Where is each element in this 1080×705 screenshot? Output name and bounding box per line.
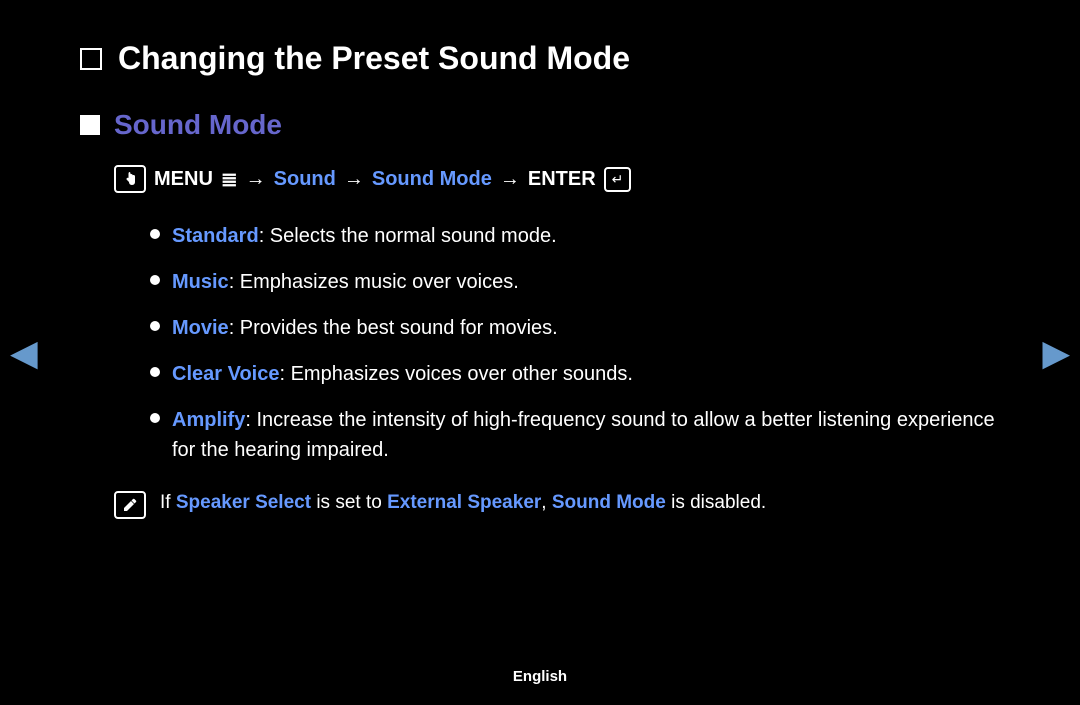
bullet-content: Movie: Provides the best sound for movie… (172, 313, 558, 343)
menu-keyword: MENU (154, 168, 213, 191)
section-title-square-icon (80, 115, 100, 135)
bullet-content: Clear Voice: Emphasizes voices over othe… (172, 359, 633, 389)
bullet-dot-icon (150, 367, 160, 377)
bullet-term: Music (172, 271, 229, 293)
bullet-desc: : Emphasizes music over voices. (229, 271, 519, 293)
bullet-desc: : Increase the intensity of high-frequen… (172, 409, 995, 461)
bullet-desc: : Emphasizes voices over other sounds. (279, 363, 633, 385)
list-item: Standard: Selects the normal sound mode. (150, 221, 1000, 251)
bullet-term: Movie (172, 317, 229, 339)
menu-arrow-3: → (500, 168, 520, 191)
bullet-dot-icon (150, 229, 160, 239)
menu-arrow-2: → (344, 168, 364, 191)
nav-arrow-left[interactable]: ◀ (10, 332, 38, 374)
menu-triple-bar-icon: ≣ (221, 167, 238, 192)
note-suffix: is disabled. (666, 492, 766, 513)
nav-arrow-right[interactable]: ▶ (1042, 332, 1070, 374)
list-item: Movie: Provides the best sound for movie… (150, 313, 1000, 343)
bullet-content: Music: Emphasizes music over voices. (172, 267, 519, 297)
bullet-dot-icon (150, 275, 160, 285)
footer-language: English (513, 668, 567, 685)
sound-link: Sound (274, 168, 336, 191)
page-container: Changing the Preset Sound Mode Sound Mod… (0, 0, 1080, 705)
note-sound-mode: Sound Mode (552, 492, 666, 513)
enter-keyword: ENTER (528, 168, 596, 191)
bullet-term: Standard (172, 225, 259, 247)
bullet-content: Standard: Selects the normal sound mode. (172, 221, 557, 251)
main-title-text: Changing the Preset Sound Mode (118, 40, 630, 77)
note-text: If Speaker Select is set to External Spe… (160, 489, 766, 518)
section-title-text: Sound Mode (114, 109, 282, 141)
section-title-row: Sound Mode (80, 109, 1000, 141)
note-comma: , (541, 492, 552, 513)
bullet-dot-icon (150, 413, 160, 423)
note-pencil-icon (114, 491, 146, 519)
bullet-dot-icon (150, 321, 160, 331)
list-item: Clear Voice: Emphasizes voices over othe… (150, 359, 1000, 389)
list-item: Amplify: Increase the intensity of high-… (150, 405, 1000, 465)
note-external-speaker: External Speaker (387, 492, 541, 513)
note-section: If Speaker Select is set to External Spe… (114, 489, 1000, 519)
bullet-term: Clear Voice (172, 363, 279, 385)
enter-icon: ↵ (604, 167, 632, 192)
main-title-row: Changing the Preset Sound Mode (80, 40, 1000, 77)
bullet-desc: : Selects the normal sound mode. (259, 225, 557, 247)
menu-path: MENU ≣ → Sound → Sound Mode → ENTER ↵ (114, 165, 1000, 193)
note-middle: is set to (311, 492, 387, 513)
menu-arrow-1: → (246, 168, 266, 191)
bullet-term: Amplify (172, 409, 245, 431)
list-item: Music: Emphasizes music over voices. (150, 267, 1000, 297)
menu-hand-icon (114, 165, 146, 193)
bullet-content: Amplify: Increase the intensity of high-… (172, 405, 1000, 465)
main-title-checkbox (80, 48, 102, 70)
note-prefix: If (160, 492, 176, 513)
bullet-list: Standard: Selects the normal sound mode.… (150, 221, 1000, 465)
sound-mode-link: Sound Mode (372, 168, 492, 191)
bullet-desc: : Provides the best sound for movies. (229, 317, 558, 339)
note-speaker-select: Speaker Select (176, 492, 311, 513)
